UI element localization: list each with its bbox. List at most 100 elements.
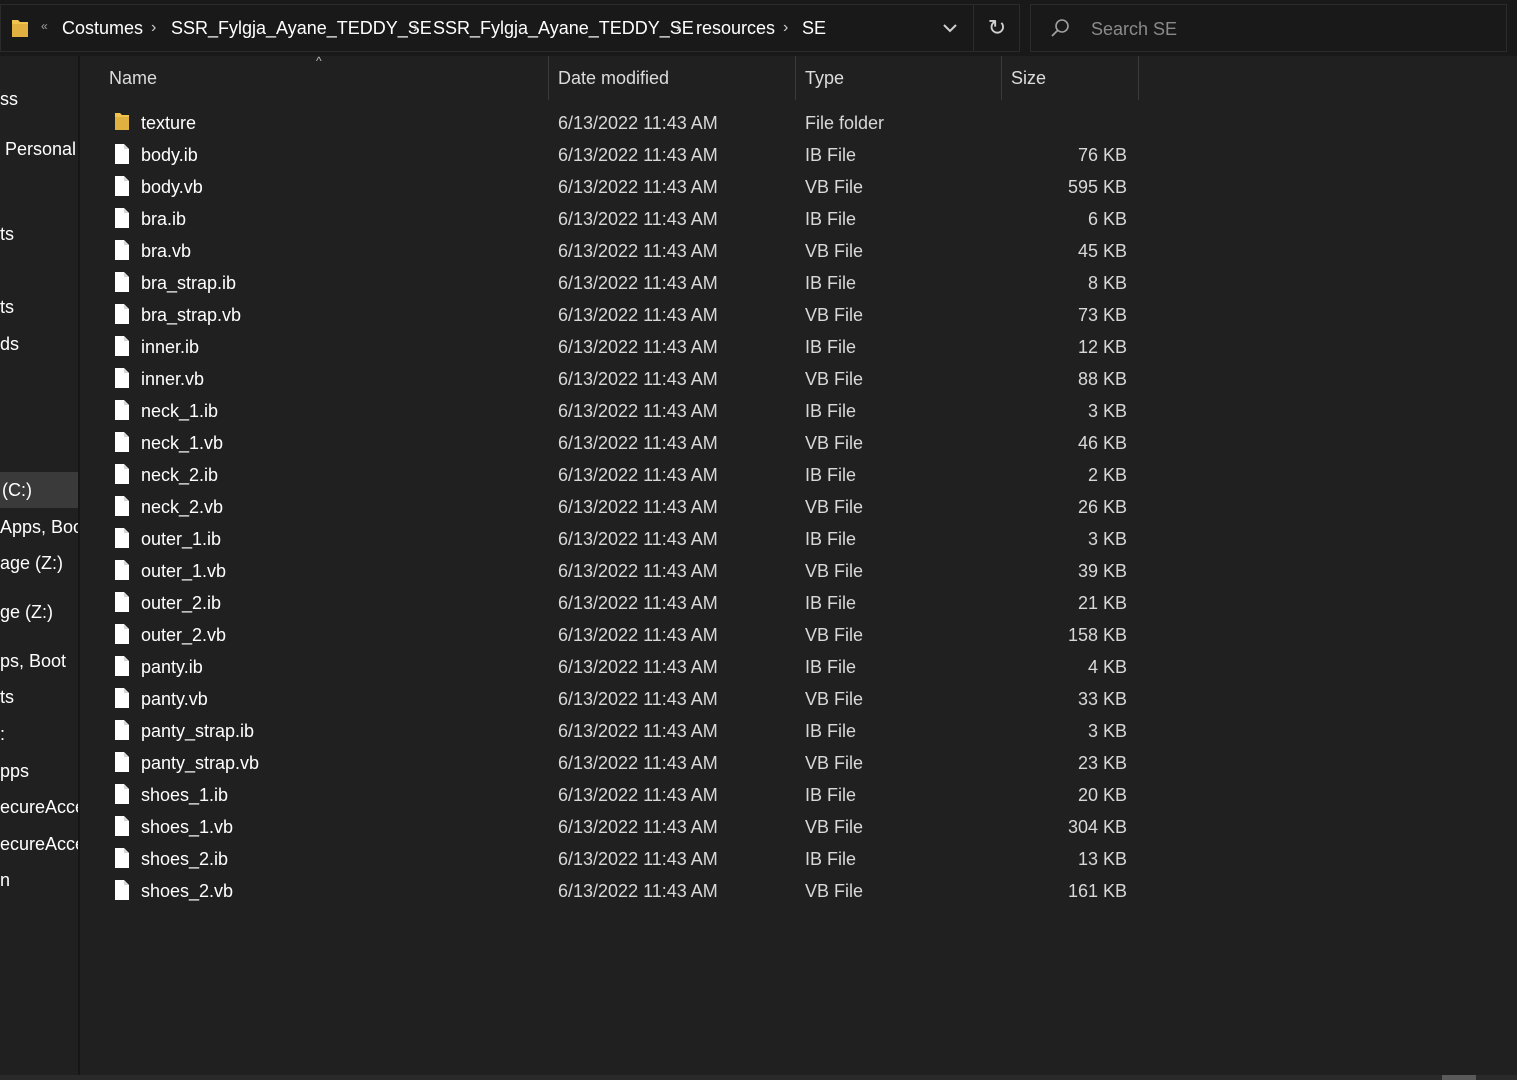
file-row[interactable]: outer_1.ib 6/13/2022 11:43 AM IB File 3 KB xyxy=(104,523,1140,555)
file-name: texture xyxy=(141,113,197,133)
file-size: 73 KB xyxy=(1077,305,1127,325)
file-row[interactable]: body.ib 6/13/2022 11:43 AM IB File 76 KB xyxy=(104,139,1140,171)
file-row[interactable]: neck_1.vb 6/13/2022 11:43 AM VB File 46 KB xyxy=(104,427,1140,459)
file-date-modified: 6/13/2022 11:43 AM xyxy=(558,241,718,261)
nav-item-local-disk-c[interactable]: (C:) xyxy=(0,472,78,508)
file-name: outer_2.vb xyxy=(141,625,227,645)
breadcrumb-separator-icon[interactable]: › xyxy=(151,5,156,51)
file-date-modified: 6/13/2022 11:43 AM xyxy=(558,529,718,549)
nav-item[interactable]: pps xyxy=(0,753,78,789)
file-row[interactable]: texture 6/13/2022 11:43 AM File folder xyxy=(104,107,1140,139)
search-icon xyxy=(1051,19,1069,37)
column-header-date-modified[interactable]: Date modified xyxy=(558,56,669,100)
file-name: panty.vb xyxy=(141,689,208,709)
file-type: VB File xyxy=(805,817,864,837)
nav-item-label: (C:) xyxy=(2,480,32,500)
file-row[interactable]: shoes_1.vb 6/13/2022 11:43 AM VB File 304 K… xyxy=(104,811,1140,843)
file-size: 20 KB xyxy=(1077,785,1127,805)
breadcrumb-resources[interactable]: resources xyxy=(696,5,775,51)
file-icon xyxy=(115,592,129,612)
file-icon xyxy=(115,496,129,516)
breadcrumb-ssr-fylgja-2[interactable]: SSR_Fylgja_Ayane_TEDDY_SE xyxy=(433,5,694,51)
nav-item[interactable]: ecureAcce xyxy=(0,789,78,825)
file-row[interactable]: bra.ib 6/13/2022 11:43 AM IB File 6 KB xyxy=(104,203,1140,235)
nav-item[interactable]: n xyxy=(0,862,78,898)
nav-item[interactable]: : xyxy=(0,716,78,752)
column-resize-handle[interactable] xyxy=(795,56,796,100)
breadcrumb-ssr-fylgja-1[interactable]: SSR_Fylgja_Ayane_TEDDY_SE xyxy=(171,5,432,51)
nav-item[interactable]: Apps, Boo xyxy=(0,509,78,545)
file-size: 595 KB xyxy=(1067,177,1127,197)
nav-item[interactable]: ecureAcce xyxy=(0,826,78,862)
file-type: IB File xyxy=(805,785,857,805)
column-resize-handle[interactable] xyxy=(548,56,549,100)
file-icon xyxy=(115,688,129,708)
scrollbar-thumb[interactable] xyxy=(1442,1075,1476,1080)
file-type: IB File xyxy=(805,465,857,485)
column-header-name[interactable]: Name xyxy=(109,56,157,100)
file-list-view[interactable]: ^ Name Date modified Type Size texture 6/… xyxy=(80,54,1517,1080)
column-resize-handle[interactable] xyxy=(1001,56,1002,100)
file-type: IB File xyxy=(805,273,857,293)
file-row[interactable]: inner.ib 6/13/2022 11:43 AM IB File 12 KB xyxy=(104,331,1140,363)
breadcrumb-separator-icon[interactable]: › xyxy=(783,5,788,51)
file-row[interactable]: shoes_2.ib 6/13/2022 11:43 AM IB File 13 KB xyxy=(104,843,1140,875)
file-name: shoes_1.ib xyxy=(141,785,229,805)
nav-item[interactable]: ge (Z:) xyxy=(0,594,78,630)
nav-item[interactable]: age (Z:) xyxy=(0,545,78,581)
file-row[interactable]: neck_1.ib 6/13/2022 11:43 AM IB File 3 KB xyxy=(104,395,1140,427)
file-row[interactable]: outer_2.ib 6/13/2022 11:43 AM IB File 21 KB xyxy=(104,587,1140,619)
nav-item[interactable]: ts xyxy=(0,679,78,715)
file-row[interactable]: bra.vb 6/13/2022 11:43 AM VB File 45 KB xyxy=(104,235,1140,267)
file-row[interactable]: shoes_1.ib 6/13/2022 11:43 AM IB File 20 KB xyxy=(104,779,1140,811)
search-input[interactable] xyxy=(1089,5,1493,53)
file-icon xyxy=(115,304,129,324)
file-row[interactable]: panty.vb 6/13/2022 11:43 AM VB File 33 KB xyxy=(104,683,1140,715)
breadcrumb-overflow-button[interactable]: « xyxy=(41,19,48,33)
file-row[interactable]: bra_strap.ib 6/13/2022 11:43 AM IB File 8 K… xyxy=(104,267,1140,299)
file-row[interactable]: neck_2.vb 6/13/2022 11:43 AM VB File 26 KB xyxy=(104,491,1140,523)
file-icon xyxy=(115,400,129,420)
nav-item[interactable]: ps, Boot xyxy=(0,643,78,679)
file-date-modified: 6/13/2022 11:43 AM xyxy=(558,369,718,389)
file-row[interactable]: outer_1.vb 6/13/2022 11:43 AM VB File 39 KB xyxy=(104,555,1140,587)
nav-item[interactable]: ts xyxy=(0,216,78,252)
horizontal-scrollbar[interactable] xyxy=(0,1075,1517,1080)
file-row[interactable]: inner.vb 6/13/2022 11:43 AM VB File 88 KB xyxy=(104,363,1140,395)
nav-item[interactable]: ts xyxy=(0,289,78,325)
file-row[interactable]: neck_2.ib 6/13/2022 11:43 AM IB File 2 KB xyxy=(104,459,1140,491)
breadcrumb-separator-icon[interactable]: › xyxy=(676,5,681,51)
nav-item[interactable]: Personal xyxy=(5,131,78,167)
file-name: panty_strap.vb xyxy=(141,753,260,773)
nav-item-label: ts xyxy=(0,224,15,244)
nav-item[interactable]: ds xyxy=(0,326,78,362)
file-icon xyxy=(115,176,129,196)
file-row[interactable]: bra_strap.vb 6/13/2022 11:43 AM VB File 73 … xyxy=(104,299,1140,331)
column-header-type[interactable]: Type xyxy=(805,56,844,100)
nav-item[interactable]: ss xyxy=(0,81,78,117)
column-resize-handle[interactable] xyxy=(1138,56,1139,100)
file-size: 23 KB xyxy=(1077,753,1127,773)
search-box[interactable] xyxy=(1030,4,1507,53)
file-name: bra_strap.vb xyxy=(141,305,242,325)
file-size: 13 KB xyxy=(1077,849,1127,869)
file-size: 3 KB xyxy=(1087,401,1127,421)
file-icon xyxy=(115,336,129,356)
file-row[interactable]: shoes_2.vb 6/13/2022 11:43 AM VB File 161 K… xyxy=(104,875,1140,907)
breadcrumb-separator-icon[interactable]: › xyxy=(413,5,418,51)
file-row[interactable]: panty_strap.vb 6/13/2022 11:43 AM VB File 2… xyxy=(104,747,1140,779)
file-type: VB File xyxy=(805,177,864,197)
file-icon xyxy=(115,432,129,452)
refresh-icon[interactable]: ↻ xyxy=(985,5,1009,51)
file-row[interactable]: body.vb 6/13/2022 11:43 AM VB File 595 KB xyxy=(104,171,1140,203)
address-bar[interactable]: « Costumes › SSR_Fylgja_Ayane_TEDDY_SE ›… xyxy=(0,4,1020,52)
file-row[interactable]: panty.ib 6/13/2022 11:43 AM IB File 4 KB xyxy=(104,651,1140,683)
file-type: IB File xyxy=(805,849,857,869)
chevron-down-icon[interactable] xyxy=(939,19,961,37)
breadcrumb-se[interactable]: SE xyxy=(802,5,826,51)
file-row[interactable]: outer_2.vb 6/13/2022 11:43 AM VB File 158 K… xyxy=(104,619,1140,651)
file-row[interactable]: panty_strap.ib 6/13/2022 11:43 AM IB File 3… xyxy=(104,715,1140,747)
navigation-pane[interactable]: ss Personal ts ts ds (C:) Apps, Boo age … xyxy=(0,56,78,1080)
breadcrumb-costumes[interactable]: Costumes xyxy=(62,5,143,51)
column-header-size[interactable]: Size xyxy=(1011,56,1046,100)
